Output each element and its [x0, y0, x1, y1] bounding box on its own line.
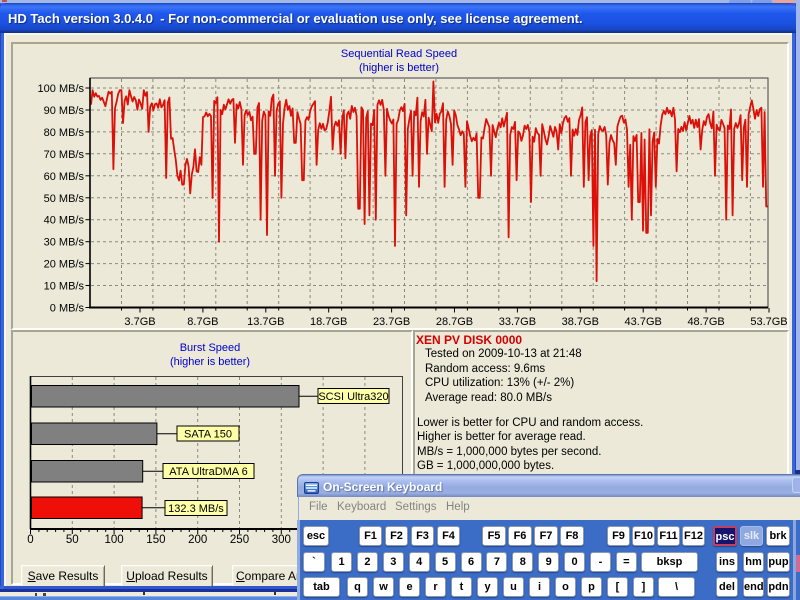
svg-text:0 MB/s: 0 MB/s: [50, 303, 85, 315]
svg-text:60 MB/s: 60 MB/s: [44, 171, 85, 183]
svg-text:100: 100: [105, 534, 124, 546]
svg-text:80 MB/s: 80 MB/s: [44, 127, 85, 139]
svg-text:48.7GB: 48.7GB: [687, 316, 724, 328]
svg-text:20 MB/s: 20 MB/s: [44, 259, 85, 271]
svg-text:70 MB/s: 70 MB/s: [44, 149, 85, 161]
svg-text:Sequential Read Speed: Sequential Read Speed: [341, 48, 457, 60]
svg-text:SCSI Ultra320: SCSI Ultra320: [318, 391, 388, 403]
svg-text:ATA UltraDMA 6: ATA UltraDMA 6: [169, 466, 247, 478]
svg-text:132.3 MB/s: 132.3 MB/s: [168, 503, 224, 515]
svg-text:38.7GB: 38.7GB: [562, 316, 599, 328]
svg-text:Burst Speed: Burst Speed: [180, 342, 241, 354]
svg-text:250: 250: [230, 534, 249, 546]
svg-text:33.7GB: 33.7GB: [499, 316, 536, 328]
svg-text:(higher is better): (higher is better): [170, 356, 250, 368]
svg-text:30 MB/s: 30 MB/s: [44, 237, 85, 249]
svg-text:28.7GB: 28.7GB: [436, 316, 473, 328]
svg-text:150: 150: [146, 534, 165, 546]
svg-text:100 MB/s: 100 MB/s: [38, 83, 85, 95]
svg-text:3.7GB: 3.7GB: [124, 316, 155, 328]
svg-text:18.7GB: 18.7GB: [310, 316, 347, 328]
svg-text:200: 200: [188, 534, 207, 546]
svg-text:53.7GB: 53.7GB: [750, 316, 787, 328]
svg-text:43.7GB: 43.7GB: [625, 316, 662, 328]
svg-text:300: 300: [272, 534, 291, 546]
svg-text:0: 0: [27, 534, 33, 546]
svg-text:50: 50: [66, 534, 79, 546]
svg-text:(higher is better): (higher is better): [359, 62, 439, 74]
svg-text:10 MB/s: 10 MB/s: [44, 281, 85, 293]
svg-text:90 MB/s: 90 MB/s: [44, 105, 85, 117]
svg-text:8.7GB: 8.7GB: [187, 316, 218, 328]
svg-text:SATA 150: SATA 150: [184, 429, 232, 441]
svg-text:13.7GB: 13.7GB: [247, 316, 284, 328]
svg-text:40 MB/s: 40 MB/s: [44, 215, 85, 227]
svg-text:50 MB/s: 50 MB/s: [44, 193, 85, 205]
svg-text:23.7GB: 23.7GB: [373, 316, 410, 328]
